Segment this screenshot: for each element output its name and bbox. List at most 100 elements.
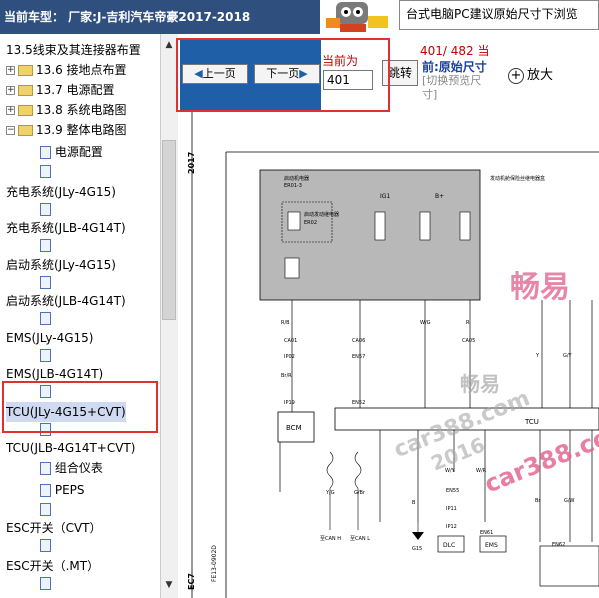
wire-color: G/Y [563, 353, 573, 359]
relay-label: 启动发动继电器 [304, 211, 339, 218]
wire-color: Br/R [281, 373, 292, 379]
wiring-diagram: 2017 EC7 FE13-0902D 启动机电器 ER01-3 发动机舱保险丝… [180, 112, 599, 598]
relay-code: ER02 [304, 220, 317, 226]
tree-item[interactable]: ESC开关（.MT） [6, 556, 99, 576]
fuse-ig1-label: IG1 [380, 193, 390, 200]
tree-item[interactable]: 组合仪表 [40, 458, 103, 478]
connector-label: IP11 [446, 506, 457, 512]
watermark-brand: 畅易 [510, 270, 570, 305]
document-icon-row[interactable] [40, 348, 51, 364]
connector-label: CA06 [352, 338, 365, 344]
relay-title: 启动机电器 [284, 175, 309, 182]
tree-item[interactable]: 电源配置 [40, 142, 103, 162]
wire-color: R [466, 320, 470, 326]
ems-label: EMS [485, 542, 498, 549]
ground-label: G15 [412, 546, 422, 552]
wire-color: Br [535, 498, 541, 504]
vehicle-title: 当前车型： 厂家:J-吉利汽车帝豪2017-2018 [0, 0, 320, 34]
document-icon [40, 146, 51, 159]
expand-icon[interactable]: + [6, 106, 15, 115]
tree-item[interactable]: 13.5线束及其连接器布置 [6, 40, 141, 60]
diagram-year: 2017 [187, 152, 196, 174]
tree-item[interactable]: +13.8 系统电路图 [6, 100, 127, 120]
can-h-label: 至CAN H [320, 536, 341, 542]
connector-label: EN61 [480, 530, 493, 536]
tree-item[interactable]: +13.6 接地点布置 [6, 60, 127, 80]
watermark-brand-gray: 畅易 [460, 372, 500, 396]
folder-open-icon [18, 125, 33, 136]
connector-label: IP02 [284, 354, 295, 360]
document-icon-row[interactable] [40, 311, 51, 327]
document-icon-row[interactable] [40, 202, 51, 218]
pager-highlight-box [176, 38, 390, 112]
document-icon-row[interactable] [40, 238, 51, 254]
scrollbar-thumb[interactable] [162, 140, 176, 320]
tree-item[interactable]: 充电系统(JLB-4G14T) [6, 218, 126, 238]
connector-label: IP19 [284, 400, 295, 406]
tree-item[interactable]: 启动系统(JLy-4G15) [6, 255, 116, 275]
folder-icon [18, 65, 33, 76]
selected-item-highlight-box [2, 381, 158, 433]
tree-item[interactable]: TCU(JLB-4G14T+CVT) [6, 438, 135, 458]
tcu-label: TCU [524, 418, 539, 426]
switch-preview-link[interactable]: [切换预览尺寸] [422, 74, 494, 102]
connector-label: CA01 [284, 338, 297, 344]
document-icon [40, 539, 51, 552]
chapter-tree[interactable]: 13.5线束及其连接器布置 +13.6 接地点布置 +13.7 电源配置 +13… [0, 34, 160, 598]
relay-id: ER01-3 [284, 183, 302, 189]
tree-item[interactable]: EMS(JLy-4G15) [6, 328, 93, 348]
tree-item[interactable]: 充电系统(JLy-4G15) [6, 182, 116, 202]
document-icon [40, 239, 51, 252]
mascot-logo [322, 0, 398, 34]
folder-icon [18, 85, 33, 96]
connector-label: CA05 [462, 338, 475, 344]
document-icon-row[interactable] [40, 538, 51, 554]
page-count: 401/ 482 当 [420, 44, 490, 58]
wire-color: Y [535, 353, 540, 359]
expand-icon[interactable]: + [6, 66, 15, 75]
dlc-label: DLC [443, 542, 455, 549]
connector-label: EN55 [446, 488, 459, 494]
document-icon [40, 462, 51, 475]
tree-item[interactable]: PEPS [40, 480, 85, 500]
diagram-code: EC7 [187, 573, 196, 590]
tree-item[interactable]: +13.7 电源配置 [6, 80, 115, 100]
wire-color: G/W [564, 498, 575, 504]
document-icon-row[interactable] [40, 275, 51, 291]
figure-id: FE13-0902D [211, 545, 218, 582]
connector-label: IP12 [446, 524, 457, 530]
zoom-in-icon: + [508, 67, 524, 84]
document-icon [40, 577, 51, 590]
wire-color: G/Br [354, 490, 366, 496]
document-icon [40, 312, 51, 325]
expand-icon[interactable]: + [6, 86, 15, 95]
document-icon [40, 203, 51, 216]
document-icon [40, 165, 51, 178]
folder-icon [18, 105, 33, 116]
wire-color: B [412, 500, 416, 506]
wire-color: W/G [420, 320, 431, 326]
fuse-b-label: B+ [435, 193, 444, 200]
scroll-down-icon[interactable]: ▼ [160, 580, 178, 594]
connector-label: EN52 [352, 400, 365, 406]
wiring-diagram-svg: 2017 EC7 FE13-0902D 启动机电器 ER01-3 发动机舱保险丝… [187, 112, 599, 598]
fuse-relay-box [259, 169, 481, 301]
connector-label: EN57 [352, 354, 365, 360]
tree-item[interactable]: ESC开关（CVT） [6, 518, 102, 538]
document-icon-row[interactable] [40, 502, 51, 518]
document-icon-row[interactable] [40, 164, 51, 180]
bcm-label: BCM [286, 424, 302, 432]
original-size-label: 前:原始尺寸 [422, 60, 487, 74]
wire-color: R/B [281, 320, 290, 326]
tree-item[interactable]: 启动系统(JLB-4G14T) [6, 291, 126, 311]
tree-item[interactable]: −13.9 整体电路图 [6, 120, 127, 140]
document-icon-row[interactable] [40, 576, 51, 592]
browse-hint-banner: 台式电脑PC建议原始尺寸下浏览 [399, 0, 599, 30]
mascot-icon [326, 2, 388, 32]
relay-box-note: 发动机舱保险丝继电器盒 [490, 175, 545, 182]
zoom-in-button[interactable]: + 放大 [508, 64, 553, 84]
document-icon [40, 349, 51, 362]
document-icon [40, 484, 51, 497]
can-l-label: 至CAN L [350, 536, 370, 542]
collapse-icon[interactable]: − [6, 126, 15, 135]
